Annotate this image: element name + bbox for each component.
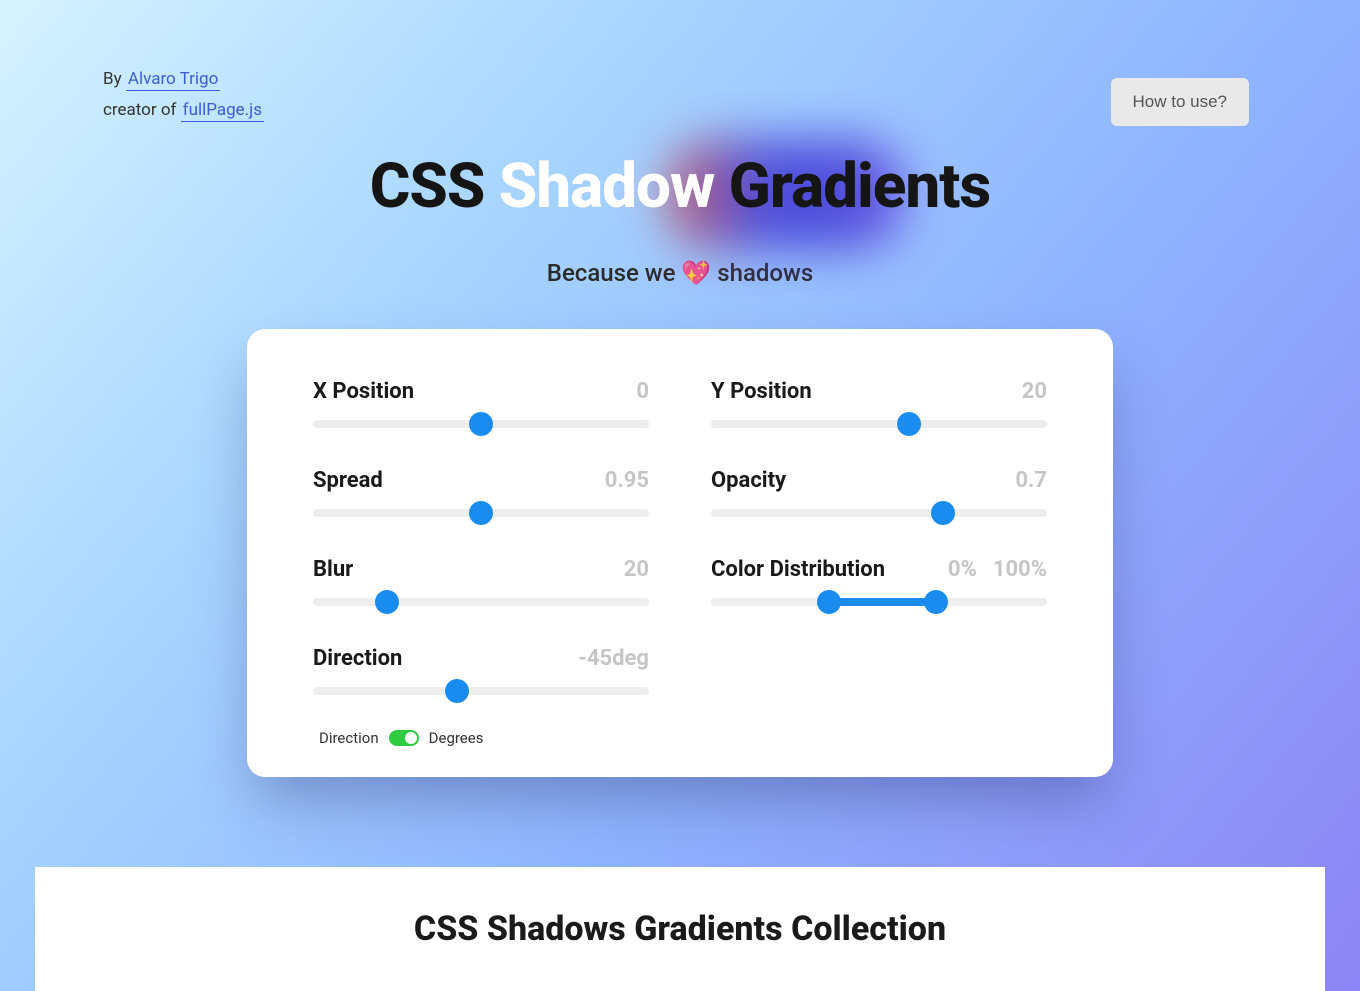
title-pre: CSS xyxy=(370,150,499,223)
how-to-use-button[interactable]: How to use? xyxy=(1111,78,1250,126)
color-dist-low: 0% xyxy=(948,557,977,582)
color-dist-slider[interactable] xyxy=(711,598,1047,606)
control-x-position: X Position 0 xyxy=(313,379,649,440)
title-post: Gradients xyxy=(714,150,990,223)
slider-thumb[interactable] xyxy=(375,590,399,614)
slider-thumb[interactable] xyxy=(469,412,493,436)
collection-title: CSS Shadows Gradients Collection xyxy=(35,909,1325,949)
color-dist-high: 100% xyxy=(993,557,1047,582)
blur-slider[interactable] xyxy=(313,598,649,606)
direction-label: Direction xyxy=(313,646,402,671)
credits-by: By xyxy=(103,69,122,89)
x-position-value: 0 xyxy=(636,379,649,404)
slider-thumb[interactable] xyxy=(931,501,955,525)
blur-value: 20 xyxy=(624,557,649,582)
x-position-slider[interactable] xyxy=(313,420,649,428)
spread-slider[interactable] xyxy=(313,509,649,517)
credits-block: By Alvaro Trigo creator of fullPage.js xyxy=(103,64,264,125)
slider-thumb-low[interactable] xyxy=(817,590,841,614)
opacity-value: 0.7 xyxy=(1015,468,1047,493)
spread-label: Spread xyxy=(313,468,383,493)
slider-thumb-high[interactable] xyxy=(924,590,948,614)
toggle-left-label: Direction xyxy=(319,729,379,747)
direction-mode-toggle[interactable] xyxy=(389,730,419,746)
spread-value: 0.95 xyxy=(605,468,649,493)
opacity-slider[interactable] xyxy=(711,509,1047,517)
toggle-right-label: Degrees xyxy=(429,729,484,747)
control-spread: Spread 0.95 xyxy=(313,468,649,529)
control-opacity: Opacity 0.7 xyxy=(711,468,1047,529)
y-position-slider[interactable] xyxy=(711,420,1047,428)
collection-section: CSS Shadows Gradients Collection xyxy=(35,867,1325,991)
opacity-label: Opacity xyxy=(711,468,786,493)
slider-fill xyxy=(829,598,937,606)
color-dist-label: Color Distribution xyxy=(711,557,885,582)
slider-thumb[interactable] xyxy=(897,412,921,436)
control-y-position: Y Position 20 xyxy=(711,379,1047,440)
direction-slider[interactable] xyxy=(313,687,649,695)
toggle-knob xyxy=(405,732,417,744)
slider-thumb[interactable] xyxy=(469,501,493,525)
x-position-label: X Position xyxy=(313,379,414,404)
credits-creator: creator of xyxy=(103,100,176,120)
project-link[interactable]: fullPage.js xyxy=(181,100,264,122)
blur-label: Blur xyxy=(313,557,353,582)
slider-thumb[interactable] xyxy=(445,679,469,703)
direction-value: -45deg xyxy=(578,646,649,671)
y-position-label: Y Position xyxy=(711,379,812,404)
control-color-distribution: Color Distribution 0% 100% xyxy=(711,557,1047,618)
control-direction: Direction -45deg xyxy=(313,646,649,707)
controls-panel: X Position 0 Y Position 20 xyxy=(247,329,1113,777)
title-shadow-word: Shadow xyxy=(499,150,714,223)
page-title: CSS Shadow Gradients xyxy=(370,150,991,223)
y-position-value: 20 xyxy=(1022,379,1047,404)
subtitle: Because we 💖 shadows xyxy=(35,259,1325,287)
control-blur: Blur 20 xyxy=(313,557,649,618)
author-link[interactable]: Alvaro Trigo xyxy=(126,69,220,91)
direction-mode-toggle-row: Direction Degrees xyxy=(319,729,649,747)
